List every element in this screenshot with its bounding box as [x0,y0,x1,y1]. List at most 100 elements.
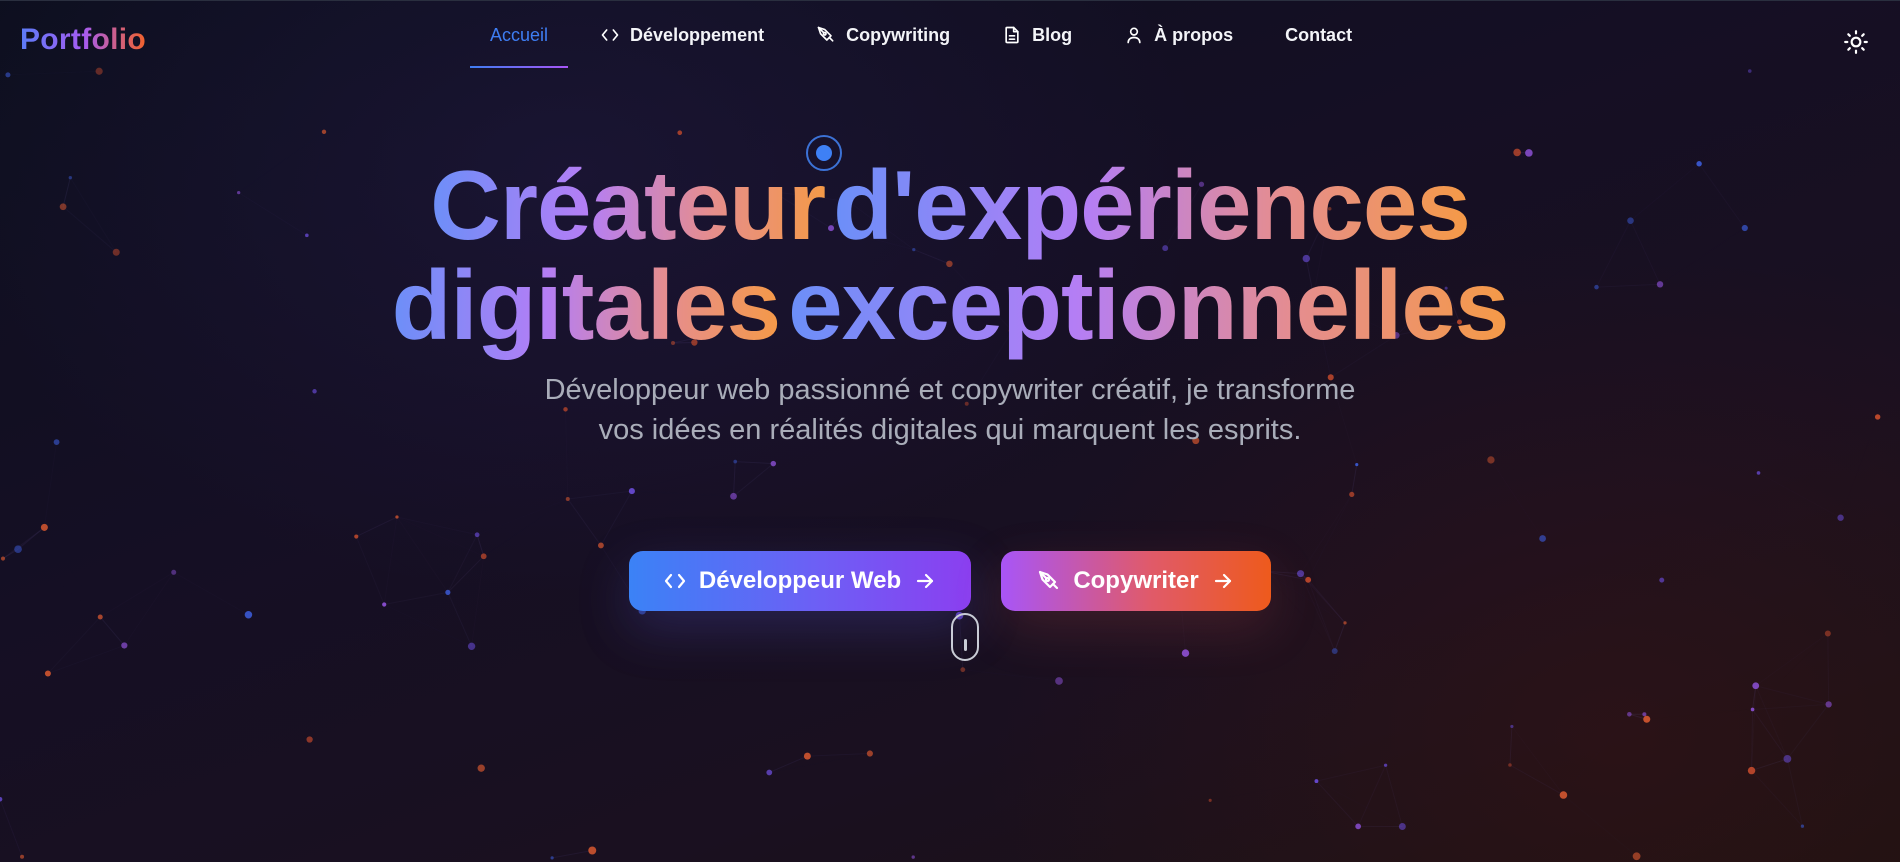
nav-item-contact[interactable]: Contact [1265,2,1372,68]
particle-dot [395,515,399,519]
particle-link [733,463,774,497]
code-icon [664,573,685,589]
particle-dot [1837,514,1844,521]
particle-dot [1208,798,1212,802]
developpeur-web-button[interactable]: Développeur Web [629,551,971,611]
particle-link [1827,633,1830,705]
hero-subtitle: Développeur web passionné et copywriter … [544,374,1356,446]
particle-dot [588,846,597,855]
hero-title: Créateurd'expériences digitalesexception… [0,155,1900,355]
particle-dot [1750,707,1755,712]
particle-link [1751,685,1757,771]
particle-link [1841,417,1878,518]
particle-dot [1398,823,1406,830]
particle-dot [866,750,873,757]
particle-dot [474,532,480,538]
nav-item-accueil[interactable]: Accueil [470,2,569,68]
particle-link [1755,685,1788,760]
arrow-right-icon [917,573,934,589]
nav-label: Développement [630,24,765,45]
particle-link [1751,758,1788,772]
particle-dot [1627,711,1632,717]
particle-link [1563,795,1636,856]
particle-dot [1756,471,1761,475]
particle-link [735,461,774,465]
particle-dot [97,614,103,620]
particle-dot [1055,677,1063,685]
particle-link [1752,709,1788,760]
particle-link [733,461,736,497]
particle-link [807,753,870,757]
particle-dot [121,642,128,649]
nav-label: Blog [1032,24,1073,45]
particle-dot [803,752,811,760]
particle-link [567,490,632,500]
particle-dot [20,854,25,859]
logo[interactable]: Portfolio [20,23,146,57]
particle-dot [1539,535,1546,542]
particle-link [1752,703,1829,710]
particle-dot [306,736,313,743]
pen-nib-icon [1039,570,1059,590]
particle-link [1351,464,1358,495]
particle-dot [766,769,773,776]
particle-link [17,527,45,550]
particle-link [477,499,568,535]
particle-link [1316,764,1386,782]
nav-item-a-propos[interactable]: À propos [1104,2,1253,68]
particle-dot [477,764,485,772]
hero-title-word: Créateur [426,150,829,260]
copywriter-button[interactable]: Copywriter [1001,551,1271,611]
particle-dot [321,129,327,135]
particle-dot [1343,621,1347,625]
pen-nib-icon [816,25,836,45]
scroll-down-indicator[interactable] [951,613,979,661]
theme-toggle-button[interactable] [1843,29,1869,55]
particle-dot [1747,766,1756,775]
particle-link [769,755,808,773]
particle-link [1786,758,1803,827]
particle-dot [730,492,737,500]
particle-dot [1825,701,1832,708]
particle-dot [1383,763,1388,767]
particle-dot [312,389,317,394]
particle-dot [597,542,604,549]
particle-dot [1331,648,1338,655]
particle-link [1491,460,1543,539]
particle-dot [467,642,476,651]
hero-title-word: d'expériences [829,150,1474,260]
particle-dot [1752,682,1760,690]
particle-link [1210,781,1316,800]
nav-label: Copywriting [846,24,951,45]
nav-label: Contact [1285,24,1353,45]
nav-item-developpement[interactable]: Développement [580,2,784,68]
particle-dot [244,611,253,619]
particle-link [1644,709,1752,714]
document-icon [1002,25,1022,45]
particle-dot [53,439,60,446]
code-icon [600,25,620,45]
particle-link [1334,622,1346,652]
main-nav: Accueil Développement Copywriting Blog À… [470,1,1384,69]
particle-dot [1632,852,1641,861]
particle-link [47,616,101,674]
particle-link [1752,685,1757,710]
particle-dot [733,459,738,464]
nav-item-blog[interactable]: Blog [982,2,1092,68]
particle-dot [1783,754,1792,763]
particle-link [1316,781,1402,826]
particle-dot [1181,649,1190,657]
nav-item-copywriting[interactable]: Copywriting [796,2,970,68]
particle-dot [1355,462,1359,467]
particle-dot [1559,791,1568,799]
particle-link [1752,704,1829,770]
particle-link [1755,633,1829,687]
particle-link [769,754,870,773]
particle-dot [677,130,683,136]
arrow-right-icon [1214,573,1231,589]
particle-link [1563,714,1629,795]
particle-link [43,442,58,528]
particle-link [1755,685,1829,705]
particle-link [1509,764,1564,796]
particle-link [1357,765,1387,827]
